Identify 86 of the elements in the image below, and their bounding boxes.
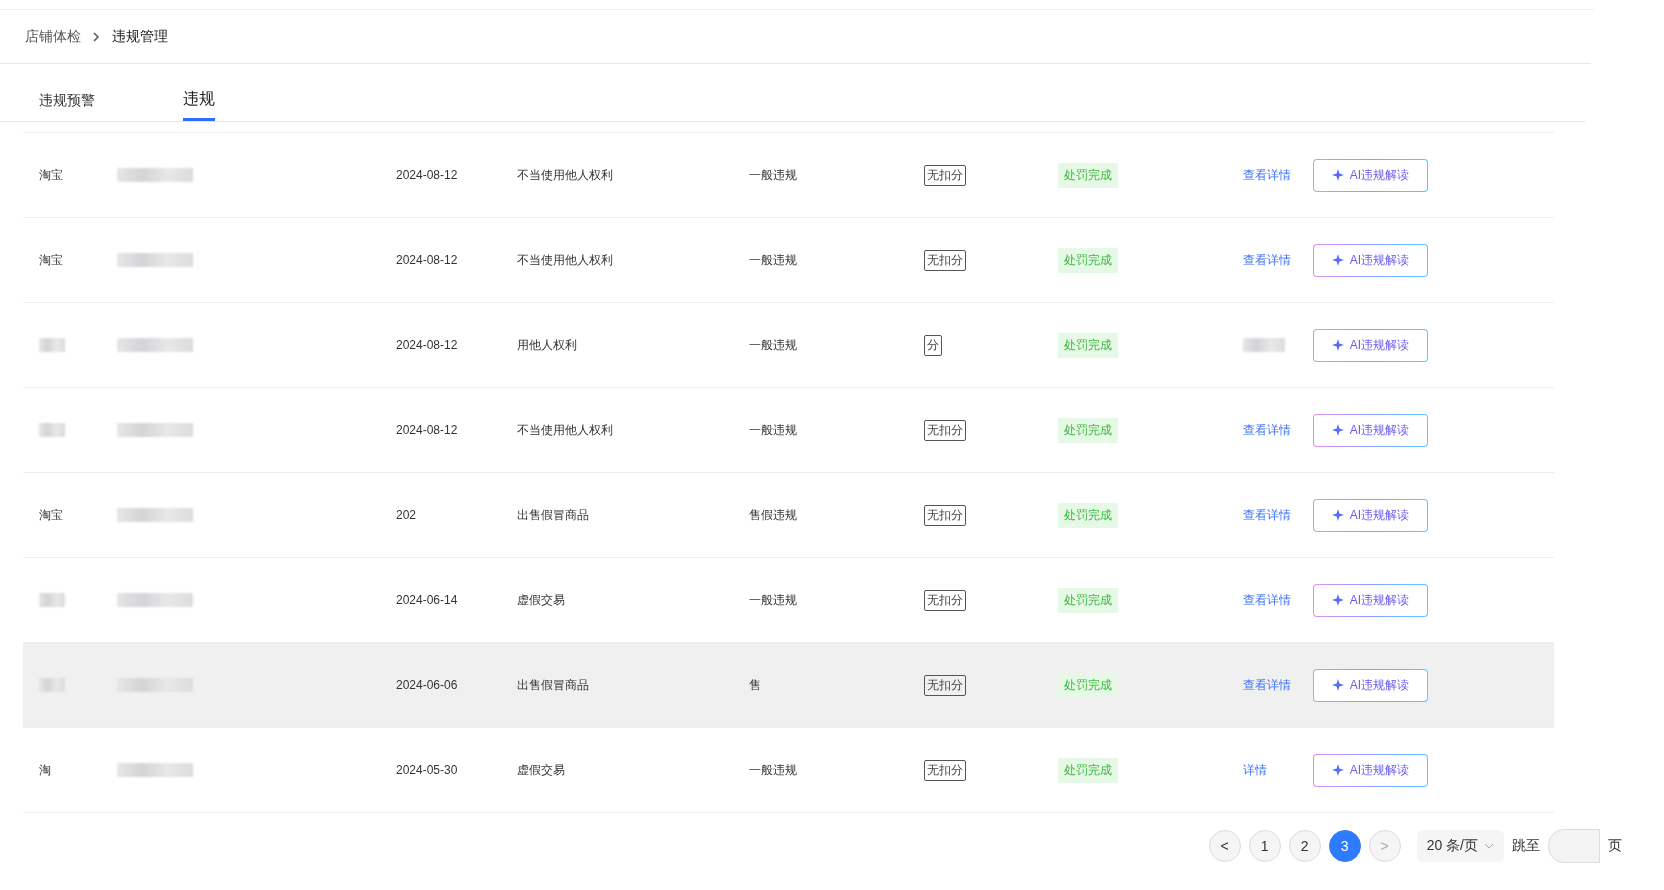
deduction-tag: 无扣分 [924, 419, 966, 441]
date-cell-text: 2024-06-06 [396, 678, 459, 692]
prev-page-button[interactable]: < [1208, 830, 1241, 862]
ai-explain-button[interactable]: AI违规解读 [1313, 158, 1428, 192]
status-tag: 处罚完成 [1058, 672, 1118, 698]
status-tag: 处罚完成 [1058, 587, 1118, 613]
platform-cell-text: 淘 [39, 761, 52, 779]
reason-cell-text: 出售假冒商品 [517, 506, 590, 524]
type-cell-text: 一般违规 [749, 166, 798, 184]
reason-cell-text: 虚假交易 [517, 591, 566, 609]
sparkle-icon [1331, 679, 1344, 691]
jump-label: 跳至 [1512, 837, 1540, 855]
page-button[interactable]: 2 [1288, 830, 1321, 862]
reason-cell-text: 用他人权利 [517, 336, 578, 354]
blurred-text [1243, 338, 1285, 352]
platform-cell-text: 淘宝 [39, 506, 64, 524]
page-button[interactable]: 3 [1328, 830, 1361, 862]
type-cell-text: 售 [749, 676, 762, 694]
reason-cell-text: 虚假交易 [517, 761, 566, 779]
type-cell-text: 一般违规 [749, 761, 798, 779]
page-suffix: 页 [1608, 837, 1622, 855]
tab[interactable]: 违规 [183, 89, 215, 121]
sparkle-icon [1331, 339, 1344, 351]
deduction-tag: 无扣分 [924, 249, 966, 271]
deduction-tag: 无扣分 [924, 504, 966, 526]
status-tag: 处罚完成 [1058, 247, 1118, 273]
status-tag: 处罚完成 [1058, 162, 1118, 188]
sparkle-icon [1331, 254, 1344, 266]
type-cell-text: 一般违规 [749, 251, 798, 269]
ai-explain-button[interactable]: AI违规解读 [1313, 753, 1428, 787]
chevron-right-icon [93, 31, 100, 42]
platform-cell-text: 淘宝 [39, 251, 64, 269]
blurred-text [39, 593, 65, 607]
date-cell-text: 2024-06-14 [396, 593, 459, 607]
deduction-tag: 无扣分 [924, 164, 966, 186]
date-cell-text: 2024-08-12 [396, 168, 459, 182]
ai-explain-button[interactable]: AI违规解读 [1313, 583, 1428, 617]
detail-link[interactable]: 查看详情 [1243, 166, 1313, 184]
status-tag: 处罚完成 [1058, 332, 1118, 358]
status-tag: 处罚完成 [1058, 502, 1118, 528]
date-cell-text: 2024-08-12 [396, 253, 459, 267]
ai-explain-button[interactable]: AI违规解读 [1313, 498, 1428, 532]
deduction-tag: 无扣分 [924, 589, 966, 611]
sparkle-icon [1331, 509, 1344, 521]
date-cell-text: 2024-08-12 [396, 338, 459, 352]
type-cell-text: 售假违规 [749, 506, 798, 524]
ai-explain-button[interactable]: AI违规解读 [1313, 668, 1428, 702]
breadcrumb-item[interactable]: 店铺体检 [25, 27, 81, 46]
chevron-down-icon [1484, 843, 1494, 849]
sparkle-icon [1331, 169, 1344, 181]
detail-link[interactable]: 查看详情 [1243, 421, 1313, 439]
deduction-tag: 无扣分 [924, 759, 966, 781]
ai-explain-button[interactable]: AI违规解读 [1313, 328, 1428, 362]
status-tag: 处罚完成 [1058, 417, 1118, 443]
page-button[interactable]: 1 [1248, 830, 1281, 862]
reason-cell-text: 出售假冒商品 [517, 676, 590, 694]
blurred-text [39, 423, 65, 437]
detail-link[interactable]: 查看详情 [1243, 591, 1313, 609]
page-input[interactable] [1548, 829, 1600, 863]
reason-cell-text: 不当使用他人权利 [517, 166, 614, 184]
status-tag: 处罚完成 [1058, 757, 1118, 783]
sparkle-icon [1331, 594, 1344, 606]
date-cell-text: 2024-08-12 [396, 423, 459, 437]
deduction-tag: 分 [924, 334, 942, 356]
breadcrumb-item: 违规管理 [112, 27, 168, 46]
date-cell-text: 2024-05-30 [396, 763, 459, 777]
ai-explain-button[interactable]: AI违规解读 [1313, 413, 1428, 447]
reason-cell-text: 不当使用他人权利 [517, 421, 614, 439]
blurred-text [39, 338, 65, 352]
detail-link[interactable]: 查看详情 [1243, 676, 1313, 694]
blurred-text [39, 678, 65, 692]
type-cell-text: 一般违规 [749, 336, 798, 354]
type-cell-text: 一般违规 [749, 591, 798, 609]
tab[interactable]: 违规预警 [39, 92, 95, 121]
sparkle-icon [1331, 764, 1344, 776]
sparkle-icon [1331, 424, 1344, 436]
platform-cell-text: 淘宝 [39, 166, 64, 184]
ai-explain-button[interactable]: AI违规解读 [1313, 243, 1428, 277]
detail-link[interactable]: 查看详情 [1243, 251, 1313, 269]
type-cell-text: 一般违规 [749, 421, 798, 439]
detail-link[interactable]: 详情 [1243, 761, 1313, 779]
reason-cell-text: 不当使用他人权利 [517, 251, 614, 269]
page-size-select[interactable]: 20 条/页 [1416, 830, 1504, 862]
date-cell-text: 202 [396, 508, 418, 522]
detail-link[interactable]: 查看详情 [1243, 506, 1313, 524]
deduction-tag: 无扣分 [924, 674, 966, 696]
